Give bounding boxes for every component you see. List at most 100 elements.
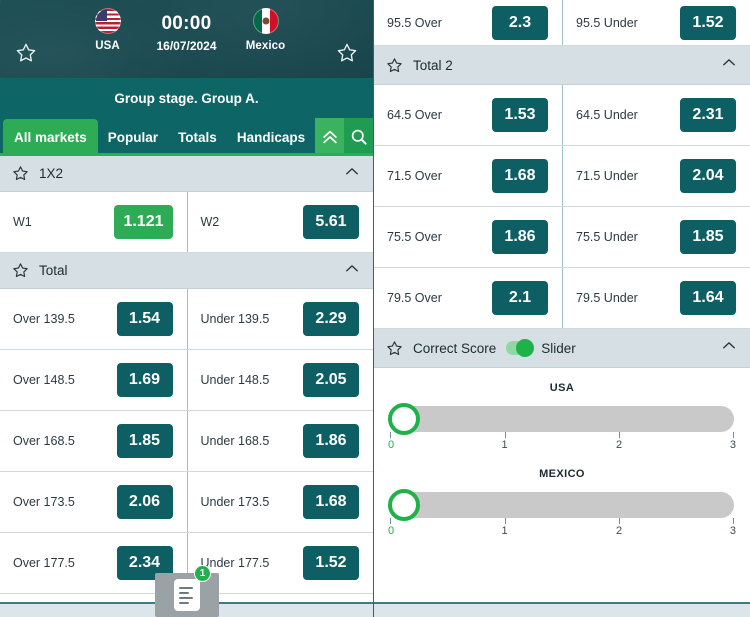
- home-team-name: USA: [95, 40, 120, 52]
- odds-cell-over[interactable]: 64.5 Over 1.53: [374, 85, 562, 145]
- odds-cell-under[interactable]: Under 173.5 1.68: [186, 472, 374, 532]
- odds-cell-over[interactable]: Over 173.5 2.06: [0, 472, 187, 532]
- table-row: 79.5 Over 2.1 79.5 Under 1.64: [374, 268, 750, 329]
- tab-popular-label: Popular: [107, 129, 159, 145]
- slider-handle[interactable]: [388, 403, 420, 435]
- market-section-header-total[interactable]: Total: [0, 253, 373, 289]
- betting-match-page: USA 00:00 16/07/2024 Mexico Group stage.…: [0, 0, 750, 617]
- betslip-card-icon: [174, 579, 200, 611]
- odds-cell-over[interactable]: Over 148.5 1.69: [0, 350, 187, 410]
- star-outline-icon[interactable]: [12, 262, 29, 279]
- odds-button[interactable]: 1.68: [492, 159, 548, 193]
- star-outline-icon[interactable]: [386, 57, 403, 74]
- odds-button[interactable]: 1.85: [116, 424, 173, 458]
- odds-cell-over[interactable]: 71.5 Over 1.68: [374, 146, 562, 206]
- right-panel: 95.5 Over 2.3 95.5 Under 1.52 Total 2 64…: [373, 0, 750, 617]
- market-section-header-1x2[interactable]: 1X2: [0, 156, 373, 192]
- odds-cell-under[interactable]: 71.5 Under 2.04: [562, 146, 750, 206]
- slider-track[interactable]: [390, 492, 734, 518]
- odds-button[interactable]: 2.05: [303, 363, 359, 397]
- odds-label: 95.5 Under: [576, 15, 638, 30]
- odds-cell-under[interactable]: Under 139.5 2.29: [186, 289, 374, 349]
- odds-button[interactable]: 1.86: [303, 424, 359, 458]
- away-team-block[interactable]: Mexico: [235, 6, 297, 52]
- odds-cell-over[interactable]: 75.5 Over 1.86: [374, 207, 562, 267]
- market-title-total: Total: [39, 263, 68, 278]
- odds-cell-under[interactable]: Under 148.5 2.05: [186, 350, 374, 410]
- odds-button[interactable]: 1.54: [116, 302, 173, 336]
- odds-button[interactable]: 1.52: [680, 5, 736, 40]
- odds-label: 95.5 Over: [387, 15, 442, 30]
- odds-label: Under 148.5: [200, 373, 270, 387]
- odds-button[interactable]: 1.121: [114, 205, 173, 239]
- betslip-line: [179, 596, 193, 599]
- favorite-star-right-button[interactable]: [334, 40, 360, 66]
- odds-cell-over[interactable]: Over 139.5 1.54: [0, 289, 187, 349]
- match-header-banner: USA 00:00 16/07/2024 Mexico: [0, 0, 373, 78]
- table-row: Over 148.5 1.69 Under 148.5 2.05: [0, 350, 373, 411]
- table-row: 95.5 Over 2.3 95.5 Under 1.52: [374, 0, 750, 46]
- star-outline-icon[interactable]: [12, 165, 29, 182]
- odds-cell-under[interactable]: 75.5 Under 1.85: [562, 207, 750, 267]
- odds-button[interactable]: 5.61: [303, 205, 359, 239]
- slider-tick: [732, 432, 734, 438]
- betslip-floating-button[interactable]: 1: [155, 565, 219, 617]
- collapse-chevron-1x2[interactable]: [343, 162, 361, 185]
- market-title-correct-score: Correct Score: [413, 340, 497, 356]
- slider-group-home: USA 0 1 2 3: [386, 382, 738, 451]
- collapse-chevron-total[interactable]: [343, 259, 361, 282]
- tab-totals[interactable]: Totals: [168, 118, 227, 156]
- table-row: 75.5 Over 1.86 75.5 Under 1.85: [374, 207, 750, 268]
- odds-cell-under[interactable]: 64.5 Under 2.31: [562, 85, 750, 145]
- odds-cell-under[interactable]: 79.5 Under 1.64: [562, 268, 750, 328]
- odds-button[interactable]: 1.64: [680, 281, 736, 315]
- odds-button[interactable]: 1.69: [116, 363, 173, 397]
- odds-button[interactable]: 2.29: [303, 302, 359, 336]
- slider-tick-label: 1: [501, 525, 508, 537]
- odds-label: W2: [200, 215, 220, 229]
- odds-button[interactable]: 2.31: [680, 98, 736, 132]
- collapse-all-button[interactable]: [315, 118, 345, 156]
- odds-label: 64.5 Under: [576, 108, 638, 122]
- market-section-header-total2[interactable]: Total 2: [374, 46, 750, 85]
- slider-mode-label: Slider: [541, 340, 576, 356]
- odds-button[interactable]: 1.52: [303, 546, 359, 580]
- score-slider-mexico[interactable]: 0 1 2 3: [388, 489, 736, 537]
- slider-tick: [732, 518, 734, 524]
- odds-cell-over[interactable]: Over 168.5 1.85: [0, 411, 187, 471]
- usa-flag-icon: [94, 8, 121, 34]
- odds-button[interactable]: 1.86: [492, 220, 548, 254]
- home-team-block[interactable]: USA: [77, 6, 139, 52]
- collapse-chevron-correct-score[interactable]: [720, 337, 738, 360]
- match-date: 16/07/2024: [156, 39, 217, 53]
- star-outline-icon[interactable]: [386, 340, 403, 357]
- odds-cell-under[interactable]: 95.5 Under 1.52: [562, 0, 750, 45]
- odds-cell-under[interactable]: Under 168.5 1.86: [186, 411, 374, 471]
- tab-all-markets[interactable]: All markets: [3, 119, 98, 156]
- search-button[interactable]: [344, 118, 373, 156]
- slider-mode-toggle[interactable]: [506, 339, 535, 357]
- tournament-stage-label: Group stage. Group A.: [114, 90, 259, 106]
- odds-button[interactable]: 2.3: [492, 5, 548, 40]
- odds-cell-w1[interactable]: W1 1.121: [0, 192, 187, 252]
- odds-button[interactable]: 2.1: [492, 281, 548, 315]
- odds-button[interactable]: 1.53: [492, 98, 548, 132]
- odds-label: 71.5 Over: [387, 169, 442, 183]
- collapse-chevron-total2[interactable]: [720, 54, 738, 77]
- betslip-line: [179, 601, 189, 604]
- tab-popular[interactable]: Popular: [98, 118, 168, 156]
- odds-cell-w2[interactable]: W2 5.61: [186, 192, 374, 252]
- score-slider-usa[interactable]: 0 1 2 3: [388, 403, 736, 451]
- search-icon: [351, 129, 367, 145]
- odds-button[interactable]: 2.06: [116, 485, 173, 519]
- tab-handicaps[interactable]: Handicaps: [227, 118, 315, 156]
- odds-button[interactable]: 2.04: [680, 159, 736, 193]
- odds-button[interactable]: 1.85: [680, 220, 736, 254]
- star-outline-icon: [337, 43, 357, 62]
- odds-cell-over[interactable]: 79.5 Over 2.1: [374, 268, 562, 328]
- slider-handle[interactable]: [388, 489, 420, 521]
- odds-button[interactable]: 1.68: [303, 485, 359, 519]
- slider-track[interactable]: [390, 406, 734, 432]
- market-section-header-correct-score[interactable]: Correct Score Slider: [374, 329, 750, 368]
- odds-cell-over[interactable]: 95.5 Over 2.3: [374, 0, 562, 45]
